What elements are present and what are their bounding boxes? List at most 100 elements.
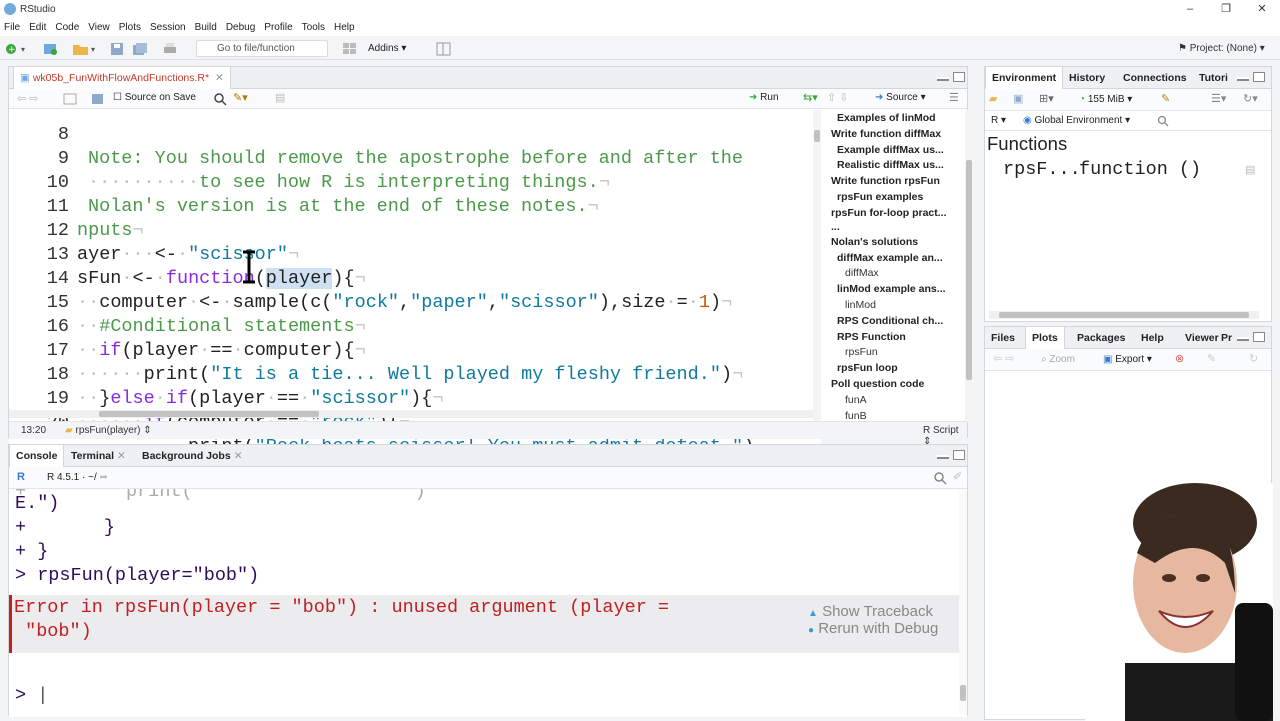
goto-file-input[interactable]: Go to file/function bbox=[196, 40, 328, 57]
rerun-debug-button[interactable]: ● Rerun with Debug bbox=[808, 620, 938, 637]
menu-view[interactable]: View bbox=[88, 22, 110, 33]
outline-item[interactable]: Poll question code bbox=[831, 378, 924, 390]
run-button[interactable]: ➜ Run bbox=[749, 92, 779, 103]
close-button[interactable]: ✕ bbox=[1244, 0, 1280, 18]
zoom-button[interactable]: ⌕ Zoom bbox=[1041, 354, 1075, 365]
save-icon[interactable] bbox=[110, 42, 124, 56]
console-search-icon[interactable] bbox=[933, 471, 947, 485]
menu-tools[interactable]: Tools bbox=[302, 22, 325, 33]
tab-presentation[interactable]: Pr bbox=[1215, 327, 1238, 349]
print-icon[interactable] bbox=[162, 42, 178, 56]
outline-scroll-thumb[interactable] bbox=[966, 160, 972, 380]
remove-plot-icon[interactable]: ⊗ bbox=[1175, 352, 1184, 365]
outline-item[interactable]: rpsFun for-loop pract... bbox=[831, 207, 947, 219]
pane-layout-icon[interactable] bbox=[436, 42, 452, 56]
outline-item[interactable]: diffMax bbox=[845, 267, 879, 279]
tab-plots[interactable]: Plots bbox=[1025, 327, 1065, 349]
grid-layout-icon[interactable] bbox=[342, 42, 362, 56]
addins-menu[interactable]: Addins ▾ bbox=[368, 43, 406, 54]
tab-connections[interactable]: Connections bbox=[1117, 67, 1193, 89]
search-icon[interactable] bbox=[213, 92, 227, 106]
load-workspace-icon[interactable]: ▰ bbox=[989, 92, 997, 105]
maximize-pane-icon[interactable] bbox=[953, 450, 965, 460]
tab-packages[interactable]: Packages bbox=[1071, 327, 1131, 349]
outline-toggle-icon[interactable]: ☰ bbox=[949, 91, 959, 104]
menu-help[interactable]: Help bbox=[334, 22, 355, 33]
menu-session[interactable]: Session bbox=[150, 22, 186, 33]
outline-item[interactable]: Write function diffMax bbox=[831, 128, 941, 140]
outline-item[interactable]: Nolan's solutions bbox=[831, 236, 918, 248]
clear-workspace-broom-icon[interactable]: ✎ bbox=[1161, 92, 1170, 105]
outline-item[interactable]: funA bbox=[845, 394, 867, 406]
minimize-pane-icon[interactable] bbox=[1237, 77, 1249, 81]
show-in-window-icon[interactable] bbox=[63, 93, 77, 105]
goto-dir-icon[interactable]: ➦ bbox=[100, 472, 108, 483]
chunk-nav-icons[interactable]: ⇧ ⇩ bbox=[827, 91, 849, 104]
env-hscroll-thumb[interactable] bbox=[999, 312, 1249, 318]
plot-nav-icons[interactable]: ⇦ ⇨ bbox=[993, 352, 1015, 365]
memory-usage[interactable]: ◔ 155 MiB ▾ bbox=[1079, 94, 1132, 105]
outline-item[interactable]: rpsFun bbox=[845, 346, 878, 358]
compile-report-icon[interactable]: ▤ bbox=[275, 91, 285, 104]
outline-item[interactable]: RPS Conditional ch... bbox=[837, 315, 943, 327]
outline-scrollbar[interactable] bbox=[965, 110, 973, 422]
editor-save-icon[interactable] bbox=[91, 93, 105, 105]
tab-background-jobs[interactable]: Background Jobs ✕ bbox=[136, 445, 249, 467]
source-on-save-checkbox[interactable]: ☐ Source on Save bbox=[113, 92, 196, 103]
clear-plots-broom-icon[interactable]: ✎ bbox=[1207, 352, 1216, 365]
outline-item[interactable]: RPS Function bbox=[837, 331, 906, 343]
tab-terminal[interactable]: Terminal ✕ bbox=[65, 445, 132, 467]
console-scrollbar[interactable] bbox=[959, 489, 967, 715]
env-hscrollbar[interactable] bbox=[989, 311, 1259, 319]
menu-plots[interactable]: Plots bbox=[119, 22, 141, 33]
outline-item[interactable]: Realistic diffMax us... bbox=[837, 159, 944, 171]
maximize-pane-icon[interactable] bbox=[1253, 72, 1265, 82]
env-var-name[interactable]: rpsF... bbox=[1003, 159, 1081, 180]
close-tab-icon[interactable]: ✕ bbox=[234, 450, 243, 462]
export-menu[interactable]: ▣ Export ▾ bbox=[1103, 354, 1152, 365]
tab-environment[interactable]: Environment bbox=[985, 67, 1064, 89]
source-button[interactable]: ➜ Source ▾ bbox=[875, 92, 926, 103]
outline-item[interactable]: rpsFun examples bbox=[837, 191, 923, 203]
import-dataset-icon[interactable]: ⊞▾ bbox=[1039, 92, 1054, 105]
outline-item[interactable]: ... bbox=[831, 221, 840, 233]
save-all-icon[interactable] bbox=[132, 42, 148, 56]
code-editor[interactable]: 8 Note: You should remove the apostrophe… bbox=[9, 110, 821, 455]
view-function-icon[interactable]: ▤ bbox=[1245, 163, 1255, 176]
open-file-icon[interactable]: ▾ bbox=[72, 42, 100, 56]
minimize-pane-icon[interactable] bbox=[937, 455, 949, 459]
minimize-pane-icon[interactable] bbox=[1237, 337, 1249, 341]
show-traceback-button[interactable]: ▲ Show Traceback bbox=[808, 603, 933, 620]
menu-edit[interactable]: Edit bbox=[29, 22, 46, 33]
tab-history[interactable]: History bbox=[1063, 67, 1111, 89]
menu-debug[interactable]: Debug bbox=[226, 22, 255, 33]
editor-vscroll-thumb[interactable] bbox=[814, 130, 820, 142]
tab-source-file[interactable]: ▣ wk05b_FunWithFlowAndFunctions.R* ✕ bbox=[13, 67, 231, 89]
outline-item[interactable]: linMod example ans... bbox=[837, 283, 946, 295]
refresh-icon[interactable]: ↻▾ bbox=[1243, 92, 1258, 105]
env-search-icon[interactable] bbox=[1157, 115, 1169, 127]
menu-file[interactable]: File bbox=[4, 22, 20, 33]
maximize-pane-icon[interactable] bbox=[1253, 332, 1265, 342]
editor-hscroll-thumb[interactable] bbox=[99, 411, 319, 417]
outline-item[interactable]: rpsFun loop bbox=[837, 362, 898, 374]
outline-item[interactable]: diffMax example an... bbox=[837, 252, 943, 264]
refresh-plot-icon[interactable]: ↻ bbox=[1249, 352, 1258, 365]
code-tools-wand-icon[interactable]: ✎▾ bbox=[233, 91, 248, 104]
language-menu[interactable]: R ▾ bbox=[991, 115, 1006, 126]
rerun-icon[interactable]: ⇆▾ bbox=[803, 91, 818, 104]
close-tab-icon[interactable]: ✕ bbox=[215, 72, 224, 84]
editor-vscrollbar[interactable] bbox=[813, 110, 821, 422]
tab-tutorial[interactable]: Tutori bbox=[1193, 67, 1234, 89]
menu-profile[interactable]: Profile bbox=[264, 22, 292, 33]
env-var-value[interactable]: function () bbox=[1079, 159, 1201, 180]
save-workspace-icon[interactable]: ▣ bbox=[1013, 92, 1023, 105]
console-prompt[interactable]: > | bbox=[15, 685, 48, 706]
maximize-pane-icon[interactable] bbox=[953, 72, 965, 82]
back-forward-icon[interactable]: ⇦ ⇨ bbox=[17, 92, 39, 105]
outline-item[interactable]: Example diffMax us... bbox=[837, 144, 944, 156]
outline-item[interactable]: funB bbox=[845, 410, 867, 422]
new-project-icon[interactable] bbox=[42, 42, 60, 56]
minimize-pane-icon[interactable] bbox=[937, 77, 949, 81]
list-view-icon[interactable]: ☰▾ bbox=[1211, 92, 1226, 105]
